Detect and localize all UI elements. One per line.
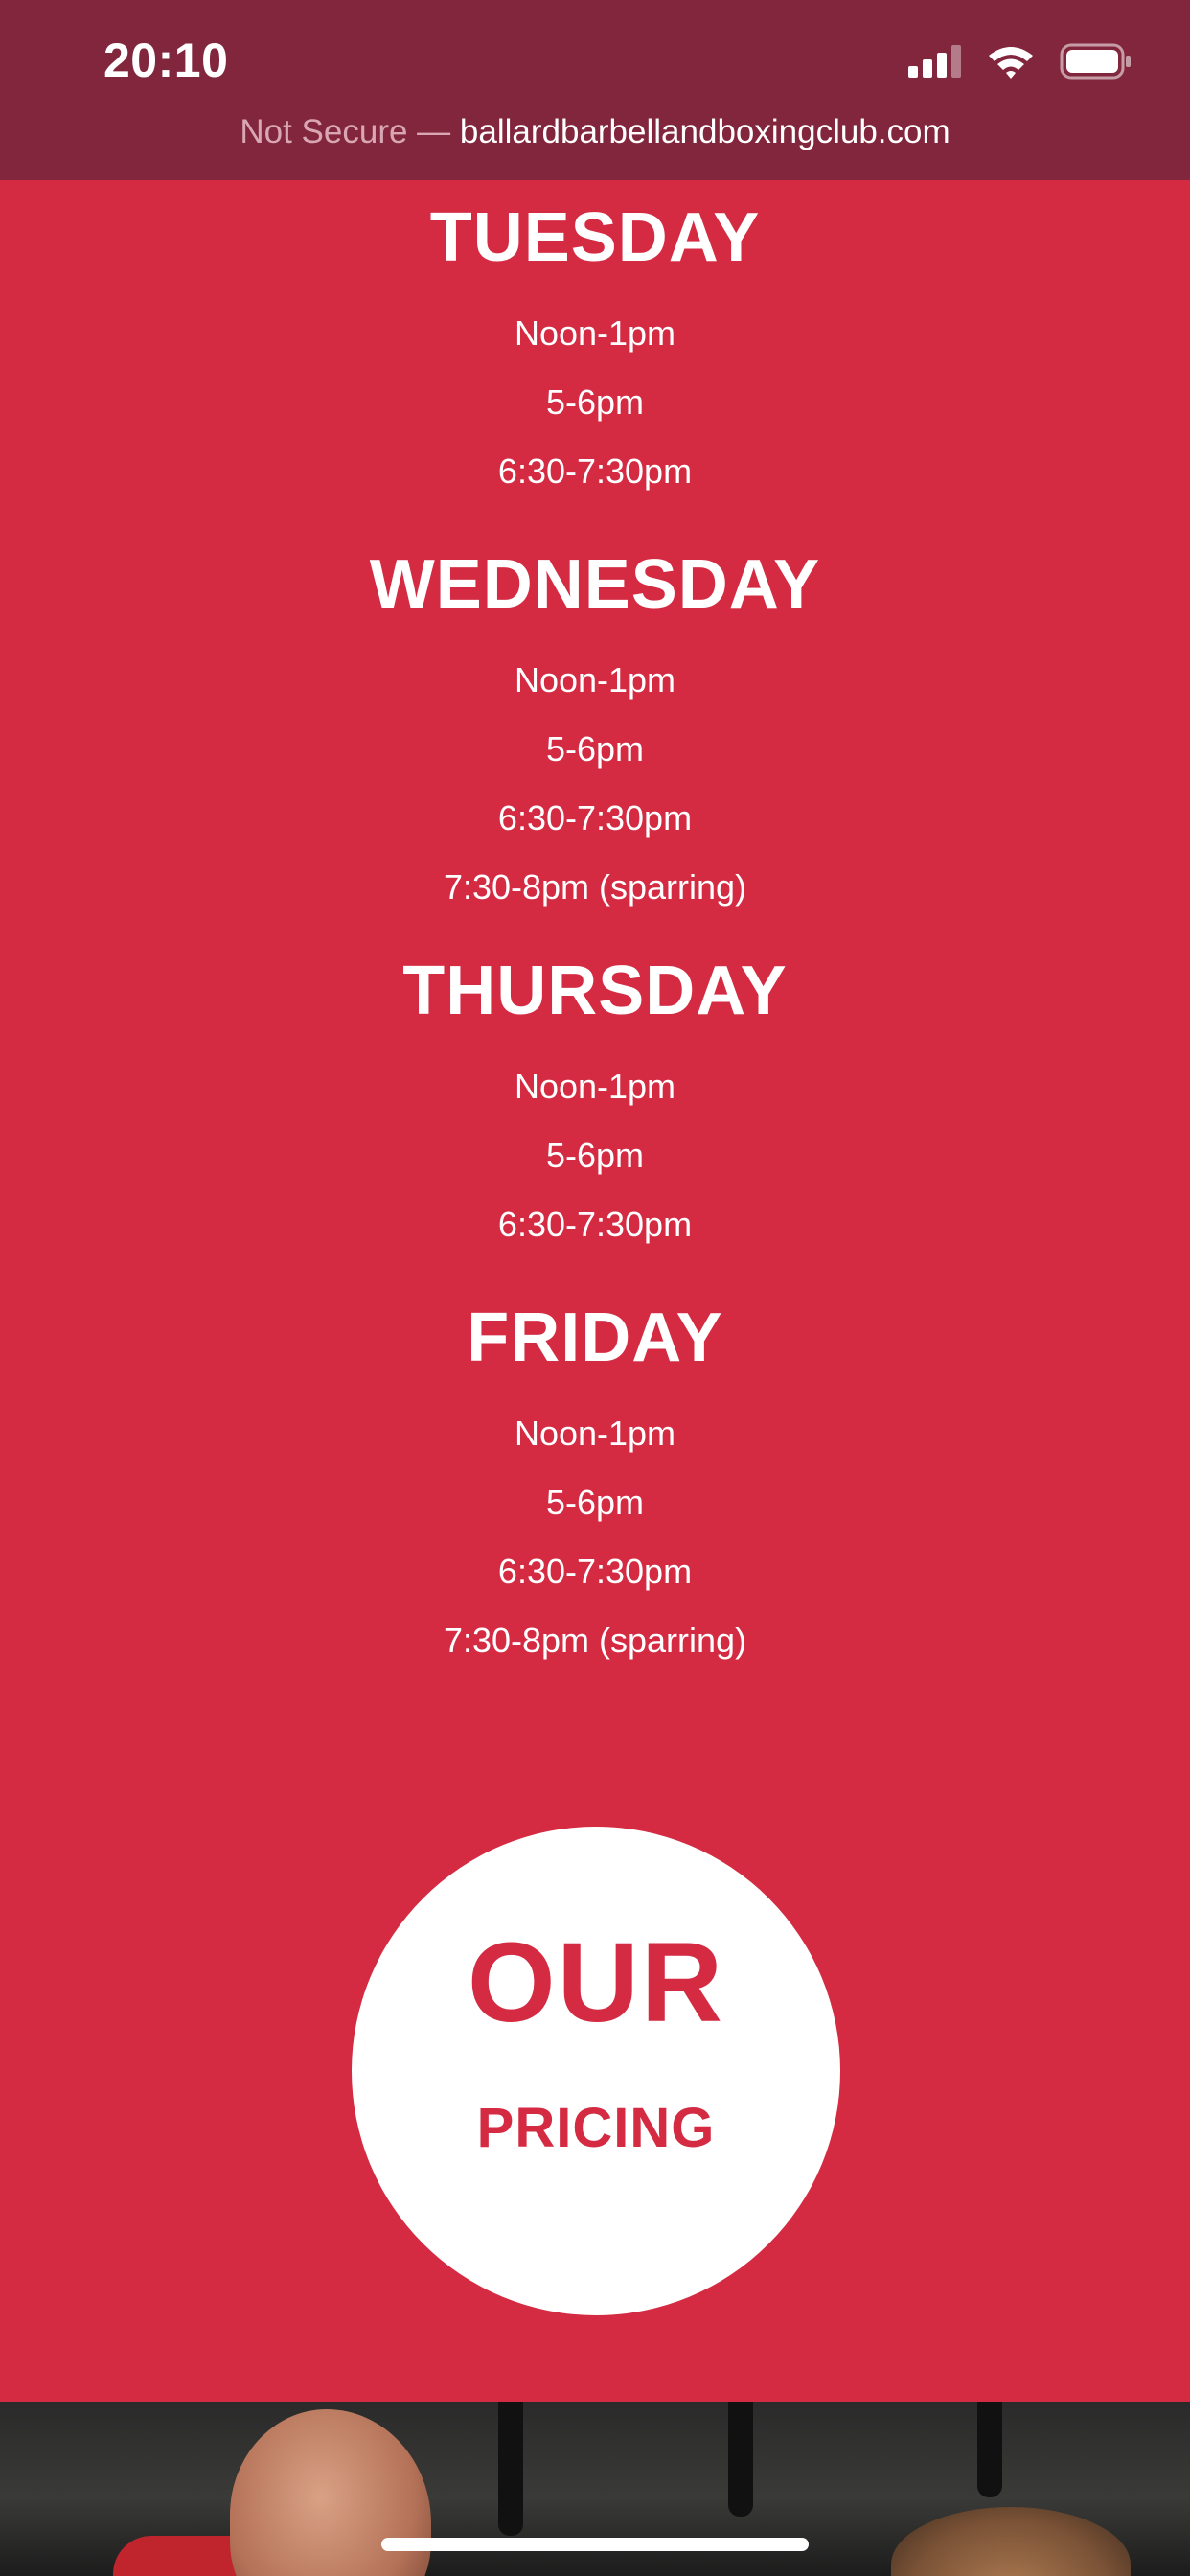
day-title: FRIDAY — [467, 1300, 723, 1376]
punching-bag-shape — [977, 2402, 1002, 2497]
punching-bag-shape — [498, 2402, 523, 2536]
time-slot: 6:30-7:30pm — [497, 1205, 693, 1244]
day-title: WEDNESDAY — [369, 546, 821, 623]
time-slot: Noon-1pm — [514, 660, 676, 700]
day-tuesday: TUESDAY Noon-1pm 5-6pm 6:30-7:30pm — [0, 180, 1190, 506]
boxer-hair-shape — [891, 2507, 1131, 2576]
time-slot: 5-6pm — [545, 1483, 645, 1522]
day-wednesday: WEDNESDAY Noon-1pm 5-6pm 6:30-7:30pm 7:3… — [0, 506, 1190, 922]
system-icons — [908, 42, 1133, 84]
time-slot: 6:30-7:30pm — [497, 798, 693, 838]
pricing-button-line1: OUR — [467, 1920, 725, 2046]
home-indicator[interactable] — [381, 2538, 809, 2551]
url-domain: ballardbarbellandboxingclub.com — [459, 113, 950, 150]
day-title: TUESDAY — [429, 199, 761, 276]
browser-status-bar: 20:10 Not Secure — ballardbarbellandboxi… — [0, 0, 1190, 180]
day-title: THURSDAY — [402, 953, 788, 1029]
url-separator: — — [407, 113, 460, 150]
time-slot: 7:30-8pm (sparring) — [443, 1621, 747, 1660]
our-pricing-button[interactable]: OUR PRICING — [352, 1827, 840, 2315]
time-slot: 5-6pm — [545, 1136, 645, 1175]
punching-bag-shape — [728, 2402, 753, 2517]
class-schedule: TUESDAY Noon-1pm 5-6pm 6:30-7:30pm WEDNE… — [0, 180, 1190, 1675]
time-slot: Noon-1pm — [514, 1067, 676, 1106]
day-friday: FRIDAY Noon-1pm 5-6pm 6:30-7:30pm 7:30-8… — [0, 1259, 1190, 1675]
time-slot: 6:30-7:30pm — [497, 451, 693, 491]
time-slot: Noon-1pm — [514, 313, 676, 353]
day-thursday: THURSDAY Noon-1pm 5-6pm 6:30-7:30pm — [0, 922, 1190, 1259]
address-bar[interactable]: Not Secure — ballardbarbellandboxingclub… — [0, 113, 1190, 151]
time-slot: 6:30-7:30pm — [497, 1552, 693, 1591]
signal-icon — [908, 44, 962, 82]
time-slot: 5-6pm — [545, 382, 645, 422]
time-slot: 7:30-8pm (sparring) — [443, 867, 747, 907]
battery-icon — [1060, 43, 1133, 84]
wifi-icon — [987, 44, 1035, 83]
pricing-button-line2: PRICING — [476, 2097, 716, 2159]
security-label: Not Secure — [240, 113, 408, 150]
status-time: 20:10 — [103, 34, 229, 87]
time-slot: Noon-1pm — [514, 1414, 676, 1453]
time-slot: 5-6pm — [545, 729, 645, 769]
